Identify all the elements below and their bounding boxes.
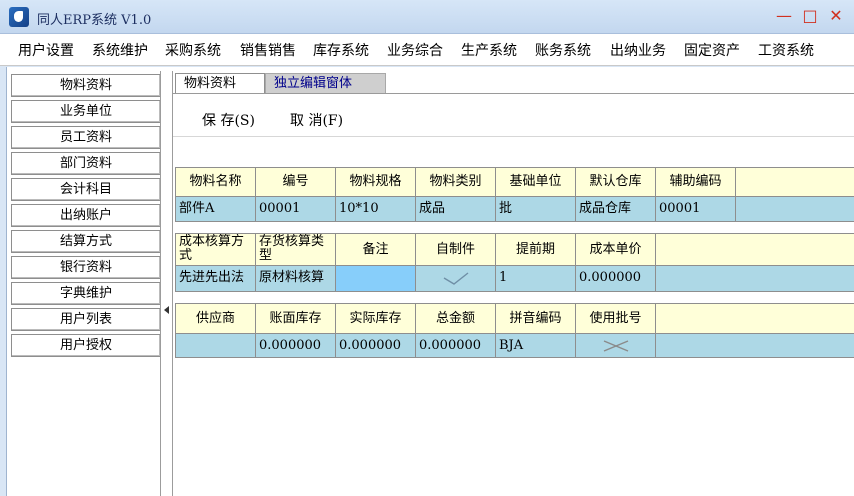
toolbar: 保 存(S) 取 消(F) [173,101,854,137]
sidebar-item-material[interactable]: 物料资料 [11,74,161,97]
field-book-stock[interactable]: 0.000000 [256,334,336,358]
header-empty [736,168,854,197]
header-spec: 物料规格 [336,168,416,197]
header-empty [656,234,854,266]
app-icon [9,7,29,27]
header-material-name: 物料名称 [176,168,256,197]
header-base-unit: 基础单位 [496,168,576,197]
field-spec[interactable]: 10*10 [336,197,416,222]
field-unit-cost[interactable]: 0.000000 [576,266,656,292]
menu-system-maintenance[interactable]: 系统维护 [92,40,148,60]
header-pinyin-code: 拼音编码 [496,304,576,334]
menu-payroll[interactable]: 工资系统 [758,40,814,60]
save-button[interactable]: 保 存(S) [202,110,255,130]
field-empty [736,197,854,222]
title-bar: 同人ERP系统 V1.0 — □ ✕ [0,0,854,34]
field-default-warehouse[interactable]: 成品仓库 [576,197,656,222]
sidebar-item-department[interactable]: 部门资料 [11,152,161,175]
field-category[interactable]: 成品 [416,197,496,222]
sidebar-item-user-list[interactable]: 用户列表 [11,308,161,331]
header-category: 物料类别 [416,168,496,197]
field-empty [656,266,854,292]
sidebar-item-bank[interactable]: 银行资料 [11,256,161,279]
sidebar-item-settlement[interactable]: 结算方式 [11,230,161,253]
header-unit-cost: 成本单价 [576,234,656,266]
field-code[interactable]: 00001 [256,197,336,222]
sidebar-splitter[interactable] [160,71,173,496]
field-actual-stock[interactable]: 0.000000 [336,334,416,358]
cancel-button[interactable]: 取 消(F) [290,110,343,130]
header-book-stock: 账面库存 [256,304,336,334]
use-batch-checkbox[interactable] [576,334,656,358]
field-inventory-type[interactable]: 原材料核算 [256,266,336,292]
header-actual-stock: 实际库存 [336,304,416,334]
menu-user-settings[interactable]: 用户设置 [18,40,74,60]
tab-divider [173,93,854,94]
tab-material[interactable]: 物料资料 [175,73,265,94]
window-title: 同人ERP系统 V1.0 [37,13,152,28]
sidebar-item-employee[interactable]: 员工资料 [11,126,161,149]
field-remark[interactable] [336,266,416,292]
header-supplier: 供应商 [176,304,256,334]
main-content: 物料资料 业务单位 员工资料 部门资料 会计科目 出纳账户 结算方式 银行资料 … [6,67,854,496]
sidebar-item-cash-account[interactable]: 出纳账户 [11,204,161,227]
menu-inventory[interactable]: 库存系统 [313,40,369,60]
menu-accounting[interactable]: 账务系统 [535,40,591,60]
menu-bar: 用户设置 系统维护 采购系统 销售销售 库存系统 业务综合 生产系统 账务系统 … [0,34,854,66]
field-material-name[interactable]: 部件A [176,197,256,222]
sidebar-item-account-subject[interactable]: 会计科目 [11,178,161,201]
close-button[interactable]: ✕ [827,6,845,26]
menu-sales[interactable]: 销售销售 [240,40,296,60]
field-total-amount[interactable]: 0.000000 [416,334,496,358]
field-base-unit[interactable]: 批 [496,197,576,222]
header-total-amount: 总金额 [416,304,496,334]
header-aux-code: 辅助编码 [656,168,736,197]
tab-standalone-editor[interactable]: 独立编辑窗体 [265,73,386,94]
checkmark-icon [443,272,468,285]
self-made-checkbox[interactable] [416,266,496,292]
sidebar-item-dictionary[interactable]: 字典维护 [11,282,161,305]
field-empty [656,334,854,358]
field-supplier[interactable] [176,334,256,358]
menu-production[interactable]: 生产系统 [461,40,517,60]
minimize-button[interactable]: — [775,6,793,26]
header-remark: 备注 [336,234,416,266]
header-use-batch: 使用批号 [576,304,656,334]
sidebar-item-user-auth[interactable]: 用户授权 [11,334,161,357]
field-lead-time[interactable]: 1 [496,266,576,292]
header-inventory-type: 存货核算类型 [256,234,336,266]
sidebar-item-business-unit[interactable]: 业务单位 [11,100,161,123]
collapse-arrow-icon[interactable] [164,306,169,314]
field-pinyin-code[interactable]: BJA [496,334,576,358]
cross-icon [603,340,628,352]
header-empty [656,304,854,334]
field-aux-code[interactable]: 00001 [656,197,736,222]
maximize-button[interactable]: □ [801,6,819,26]
menu-business[interactable]: 业务综合 [387,40,443,60]
header-lead-time: 提前期 [496,234,576,266]
menu-fixed-assets[interactable]: 固定资产 [684,40,740,60]
menu-cashier[interactable]: 出纳业务 [610,40,666,60]
field-cost-method[interactable]: 先进先出法 [176,266,256,292]
header-cost-method: 成本核算方式 [176,234,256,266]
menu-purchase[interactable]: 采购系统 [165,40,221,60]
header-code: 编号 [256,168,336,197]
header-default-warehouse: 默认仓库 [576,168,656,197]
header-self-made: 自制件 [416,234,496,266]
